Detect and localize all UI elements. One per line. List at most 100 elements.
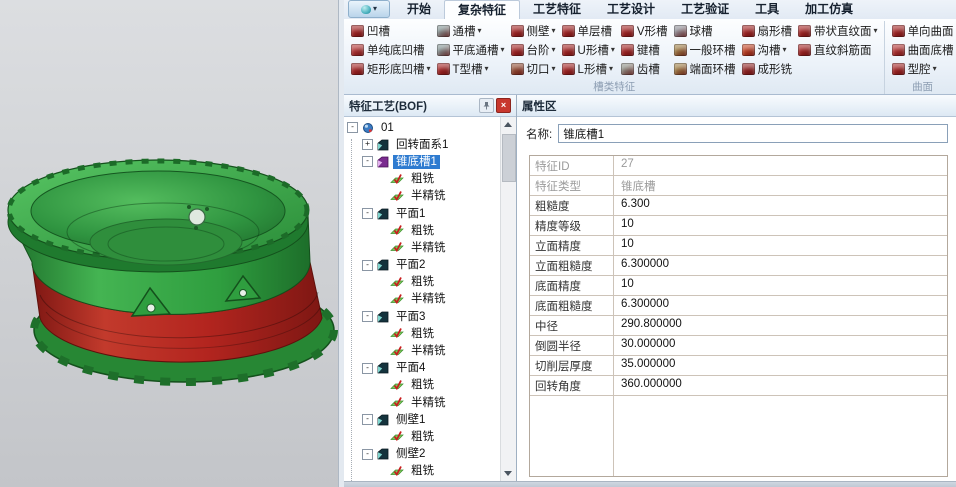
ribbon-button[interactable]: 型腔▾ (889, 59, 956, 78)
collapse-minus-icon[interactable]: - (362, 414, 373, 425)
ribbon-button[interactable]: 球槽 (671, 21, 739, 40)
ribbon-button[interactable]: 单层槽 (559, 21, 618, 40)
property-value[interactable]: 6.300 (614, 196, 947, 215)
ribbon-button[interactable]: 单纯底凹槽 (348, 40, 434, 59)
ribbon-button[interactable]: 带状直纹面▾ (795, 21, 881, 40)
ribbon-button[interactable]: 通槽▾ (434, 21, 508, 40)
ribbon-button[interactable]: L形槽▾ (559, 59, 618, 78)
tree-node[interactable]: - 平面1 (344, 205, 501, 222)
collapse-minus-icon[interactable]: - (362, 156, 373, 167)
tree-node[interactable]: - 平面2 (344, 257, 501, 274)
collapse-minus-icon[interactable]: - (362, 363, 373, 374)
ribbon-button[interactable]: 侧壁▾ (508, 21, 559, 40)
tree-node-label[interactable]: 半精铣 (408, 241, 449, 255)
tree-node-label[interactable]: 回转面系1 (393, 138, 451, 152)
property-value[interactable]: 35.000000 (614, 356, 947, 375)
ribbon-tab[interactable]: 复杂特征 (444, 0, 520, 19)
ribbon-button[interactable]: 一般环槽 (671, 40, 739, 59)
ribbon-button[interactable]: U形槽▾ (559, 40, 618, 59)
property-value[interactable]: 10 (614, 236, 947, 255)
name-input[interactable] (558, 124, 948, 143)
app-menu-button[interactable]: ▾ (348, 0, 390, 18)
scrollbar-thumb[interactable] (502, 134, 516, 182)
ribbon-button[interactable]: 凹槽 (348, 21, 434, 40)
ribbon-button[interactable]: 沟槽▾ (739, 40, 796, 59)
tree-node-label[interactable]: 平面1 (393, 207, 428, 221)
collapse-minus-icon[interactable]: - (362, 208, 373, 219)
tree-node[interactable]: - 平面3 (344, 308, 501, 325)
tree-node-label[interactable]: 粗铣 (408, 275, 437, 289)
3d-viewport[interactable] (0, 0, 338, 487)
tree-node-label[interactable]: 平面3 (393, 310, 428, 324)
tree-node[interactable]: 粗铣 (344, 171, 501, 188)
tree-node-label[interactable]: 半精铣 (408, 396, 449, 410)
tree-node[interactable]: 粗铣 (344, 377, 501, 394)
tree-node[interactable]: 粗铣 (344, 222, 501, 239)
ribbon-button[interactable]: T型槽▾ (434, 59, 508, 78)
tree-node-label[interactable]: 粗铣 (408, 464, 437, 478)
collapse-minus-icon[interactable]: - (362, 449, 373, 460)
tree-node-label[interactable]: 锥底槽1 (393, 155, 440, 169)
ribbon-button[interactable]: 切口▾ (508, 59, 559, 78)
ribbon-tab[interactable]: 工艺特征 (520, 0, 594, 19)
property-value[interactable]: 6.300000 (614, 296, 947, 315)
tree-node[interactable]: + 回转面系1 (344, 136, 501, 153)
tree-node-label[interactable]: 半精铣 (408, 189, 449, 203)
tree-node-label[interactable]: 侧壁1 (393, 413, 428, 427)
ribbon-button[interactable]: 键槽 (618, 40, 671, 59)
ribbon-button[interactable]: 扇形槽 (739, 21, 796, 40)
tree-node[interactable]: 半精铣 (344, 188, 501, 205)
property-value[interactable]: 10 (614, 276, 947, 295)
property-value[interactable]: 6.300000 (614, 256, 947, 275)
tree-node-label[interactable]: 粗铣 (408, 172, 437, 186)
tree-node[interactable]: - 侧壁2 (344, 446, 501, 463)
tree-node[interactable]: 粗铣 (344, 428, 501, 445)
ribbon-button[interactable]: 平底通槽▾ (434, 40, 508, 59)
ribbon-tab[interactable]: 工具 (742, 0, 792, 19)
tree-node-label[interactable]: 半精铣 (408, 292, 449, 306)
tree-node-label[interactable]: 粗铣 (408, 378, 437, 392)
collapse-minus-icon[interactable]: - (362, 311, 373, 322)
close-icon[interactable]: × (496, 98, 511, 113)
ribbon-tab[interactable]: 工艺设计 (594, 0, 668, 19)
expand-plus-icon[interactable]: + (362, 139, 373, 150)
ribbon-button[interactable]: 台阶▾ (508, 40, 559, 59)
tree-node-label[interactable]: 侧壁2 (393, 447, 428, 461)
tree-node[interactable]: - 侧壁1 (344, 411, 501, 428)
tree-node-label[interactable]: 平面4 (393, 361, 428, 375)
tree-node-label[interactable]: 粗铣 (408, 327, 437, 341)
tree-node-label[interactable]: 粗铣 (408, 430, 437, 444)
tree-node[interactable]: 半精铣 (344, 394, 501, 411)
property-value[interactable]: 30.000000 (614, 336, 947, 355)
tree-node[interactable]: 半精铣 (344, 239, 501, 256)
tree-node[interactable]: 粗铣 (344, 325, 501, 342)
pin-icon[interactable] (479, 98, 494, 113)
ribbon-tab[interactable]: 加工仿真 (792, 0, 866, 19)
scroll-down-icon[interactable] (501, 466, 515, 481)
tree-node[interactable]: - 平面4 (344, 360, 501, 377)
tree-node-label[interactable]: 半精铣 (408, 344, 449, 358)
tree-node[interactable]: +孔系1 (344, 480, 501, 481)
collapse-minus-icon[interactable]: - (362, 260, 373, 271)
tree-node[interactable]: 半精铣 (344, 342, 501, 359)
collapse-minus-icon[interactable]: - (347, 122, 358, 133)
tree-node-label[interactable]: 粗铣 (408, 224, 437, 238)
ribbon-button[interactable]: 端面环槽 (671, 59, 739, 78)
ribbon-button[interactable]: 曲面底槽 (889, 40, 956, 59)
ribbon-button[interactable]: 齿槽 (618, 59, 671, 78)
property-value[interactable]: 10 (614, 216, 947, 235)
property-value[interactable]: 290.800000 (614, 316, 947, 335)
ribbon-button[interactable]: 矩形底凹槽▾ (348, 59, 434, 78)
tree-node[interactable]: -01 (344, 119, 501, 136)
ribbon-button[interactable]: 直纹斜筋面 (795, 40, 881, 59)
ribbon-tab[interactable]: 工艺验证 (668, 0, 742, 19)
ribbon-tab[interactable]: 开始 (394, 0, 444, 19)
tree-node[interactable]: - 锥底槽1 (344, 153, 501, 170)
scroll-up-icon[interactable] (501, 117, 515, 132)
property-value[interactable]: 360.000000 (614, 376, 947, 395)
ribbon-button[interactable]: V形槽 (618, 21, 671, 40)
ribbon-button[interactable]: 成形铣 (739, 59, 796, 78)
tree-node-label[interactable]: 平面2 (393, 258, 428, 272)
tree-node[interactable]: 半精铣 (344, 291, 501, 308)
ribbon-button[interactable]: 单向曲面 (889, 21, 956, 40)
